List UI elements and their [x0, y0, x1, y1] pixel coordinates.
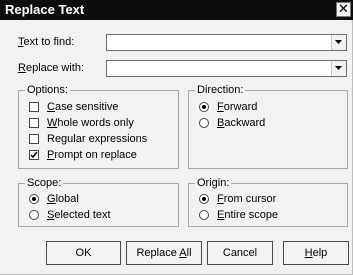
dialog-title: Replace Text — [5, 2, 85, 17]
checkbox-box[interactable] — [29, 118, 39, 128]
checkbox-box[interactable] — [29, 102, 39, 112]
scope-group: Scope: Global Selected text — [18, 177, 179, 227]
forward-label: Forward — [217, 101, 258, 113]
from-cursor-label: From cursor — [217, 193, 277, 205]
text-to-find-label: Text to find: — [18, 36, 75, 48]
origin-group-title: Origin: — [195, 177, 232, 189]
backward-label: Backward — [217, 117, 266, 129]
radio-dot-icon — [202, 105, 206, 109]
replace-with-combobox[interactable] — [106, 60, 347, 77]
radio-dot-icon — [32, 197, 36, 201]
radio-circle[interactable] — [29, 194, 39, 204]
regular-expressions-label: Regular expressions — [47, 133, 148, 145]
origin-group: Origin: From cursor Entire scope — [188, 177, 348, 227]
case-sensitive-label: Case sensitive — [47, 101, 119, 113]
whole-words-only-label: Whole words only — [47, 117, 134, 129]
options-group: Options: Case sensitive Whole words only… — [18, 84, 179, 169]
checkbox-box[interactable] — [29, 150, 39, 160]
global-label: Global — [47, 193, 79, 205]
chevron-down-icon — [335, 40, 342, 44]
chevron-down-icon — [335, 66, 342, 70]
title-bar[interactable]: Replace Text ✕ — [0, 0, 353, 20]
replace-with-label: Replace with: — [18, 62, 85, 74]
ok-button[interactable]: OK — [46, 241, 121, 265]
radio-circle[interactable] — [29, 210, 39, 220]
radio-dot-icon — [202, 197, 206, 201]
radio-circle[interactable] — [199, 194, 209, 204]
text-to-find-dropdown-button[interactable] — [331, 35, 346, 50]
entire-scope-label: Entire scope — [217, 209, 279, 221]
selected-text-label: Selected text — [47, 209, 111, 221]
options-group-title: Options: — [25, 84, 70, 96]
text-to-find-combobox[interactable] — [106, 34, 347, 51]
checkbox-box[interactable] — [29, 134, 39, 144]
radio-circle[interactable] — [199, 102, 209, 112]
replace-all-button[interactable]: Replace All — [126, 241, 202, 265]
prompt-on-replace-label: Prompt on replace — [47, 149, 137, 161]
direction-group-title: Direction: — [195, 84, 246, 96]
cancel-button[interactable]: Cancel — [207, 241, 273, 265]
help-button[interactable]: Help — [283, 241, 349, 265]
radio-circle[interactable] — [199, 118, 209, 128]
close-icon[interactable]: ✕ — [336, 2, 351, 17]
replace-text-dialog: Replace Text ✕ Text to find: Replace wit… — [0, 0, 353, 275]
direction-group: Direction: Forward Backward — [188, 84, 348, 169]
scope-group-title: Scope: — [25, 177, 64, 189]
radio-circle[interactable] — [199, 210, 209, 220]
check-icon — [30, 151, 38, 159]
replace-with-dropdown-button[interactable] — [331, 61, 346, 76]
